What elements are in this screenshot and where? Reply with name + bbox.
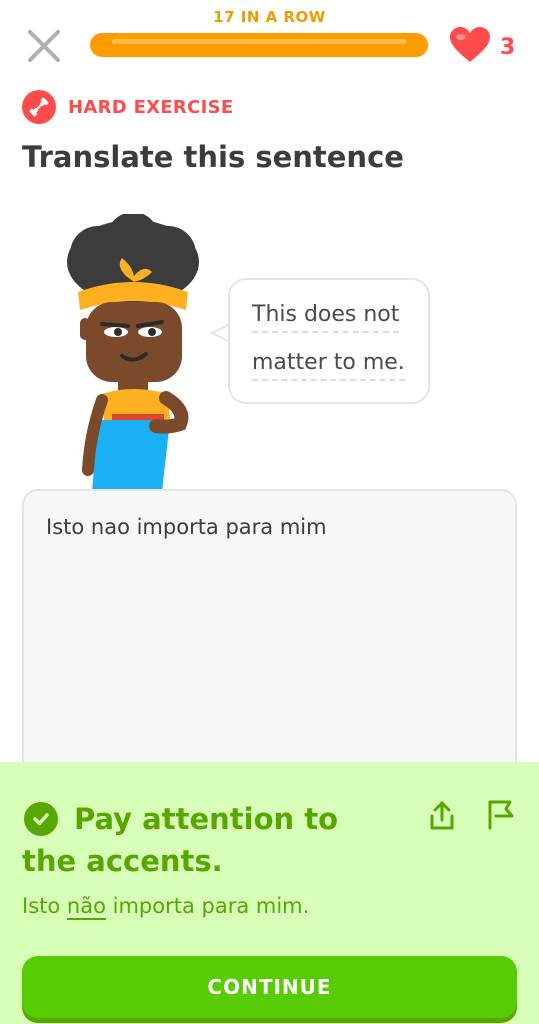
flag-icon[interactable]	[482, 796, 518, 832]
lesson-screen: 17 IN A ROW 3 HARD EXERCISE Translate th…	[0, 0, 539, 1024]
speech-bubble: This does not matter to me.	[228, 278, 430, 404]
continue-button[interactable]: CONTINUE	[22, 956, 517, 1018]
correct-answer-prefix: Isto	[22, 894, 67, 918]
correct-answer-suffix: importa para mim.	[105, 894, 310, 918]
progress-bar-highlight	[112, 39, 406, 44]
share-icon[interactable]	[424, 798, 460, 834]
difficulty-badge: HARD EXERCISE	[22, 90, 233, 124]
answer-textarea[interactable]: Isto nao importa para mim	[22, 489, 517, 789]
close-icon[interactable]	[26, 28, 62, 64]
lesson-progress-bar	[90, 33, 428, 57]
feedback-panel: Pay attention to the accents. Isto não i…	[0, 762, 539, 1024]
exercise-title: Translate this sentence	[22, 140, 404, 174]
prompt-text-line-2[interactable]: matter to me.	[252, 350, 405, 381]
correct-answer: Isto não importa para mim.	[22, 894, 309, 918]
correct-answer-highlight: não	[66, 894, 106, 918]
hearts-count: 3	[500, 34, 516, 60]
answer-text: Isto nao importa para mim	[46, 515, 327, 539]
streak-label: 17 IN A ROW	[213, 8, 326, 26]
heart-icon	[448, 26, 492, 68]
dumbbell-icon	[22, 90, 56, 124]
prompt-text-line-1[interactable]: This does not	[252, 302, 400, 333]
feedback-title: Pay attention to the accents.	[22, 802, 339, 878]
difficulty-label: HARD EXERCISE	[68, 96, 234, 118]
character-illustration	[58, 212, 218, 492]
hearts-indicator[interactable]: 3	[448, 26, 515, 68]
